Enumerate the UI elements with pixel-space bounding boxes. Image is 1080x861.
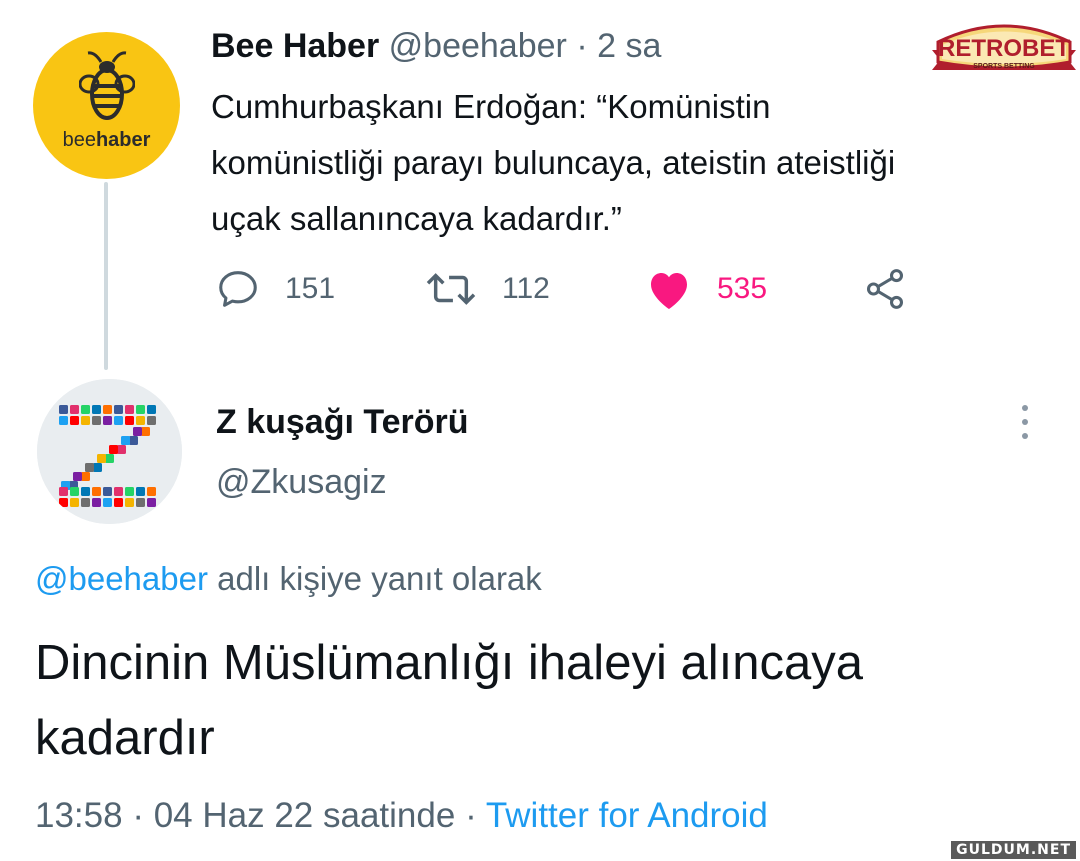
reply-tweet-text: Dincinin Müslümanlığı ihaleyi alıncaya k… xyxy=(35,636,863,765)
mosaic-tile xyxy=(103,498,112,507)
tweet-metadata: 13:58 · 04 Haz 22 saatinde · Twitter for… xyxy=(35,793,768,839)
bee-logo-icon xyxy=(79,51,135,120)
mosaic-tile xyxy=(136,487,145,496)
mosaic-tile xyxy=(136,498,145,507)
separator-dot: · xyxy=(132,796,144,835)
tweet-time[interactable]: 2 sa xyxy=(597,27,661,65)
ad-tagline-text: SPORTS BETTING xyxy=(973,63,1035,70)
retweet-count: 112 xyxy=(502,272,550,305)
mosaic-tile xyxy=(59,416,68,425)
mosaic-tile xyxy=(103,487,112,496)
mosaic-tile xyxy=(59,405,68,414)
mosaic-tile xyxy=(129,436,138,445)
mosaic-tile xyxy=(114,498,123,507)
mosaic-tile xyxy=(92,498,101,507)
mosaic-tile xyxy=(81,405,90,414)
mosaic-tile xyxy=(59,487,68,496)
mosaic-tile xyxy=(73,472,82,481)
mosaic-tile xyxy=(103,416,112,425)
reply-author-handle[interactable]: @Zkusagiz xyxy=(216,460,387,504)
mosaic-tile xyxy=(70,498,79,507)
mosaic-tile xyxy=(97,454,106,463)
site-watermark: GULDUM.NET xyxy=(951,841,1076,859)
mosaic-tile xyxy=(92,487,101,496)
mosaic-tile xyxy=(136,405,145,414)
mosaic-tile xyxy=(125,416,134,425)
mosaic-tile xyxy=(81,472,90,481)
mosaic-tile xyxy=(93,463,102,472)
mosaic-tile xyxy=(81,416,90,425)
mosaic-tile xyxy=(125,487,134,496)
mosaic-tile xyxy=(81,487,90,496)
mosaic-tile xyxy=(147,487,156,496)
reply-count: 151 xyxy=(285,272,336,305)
mosaic-tile xyxy=(125,405,134,414)
like-button[interactable]: 535 xyxy=(645,264,767,314)
retweet-button[interactable]: 112 xyxy=(424,264,550,314)
tweet-date[interactable]: 04 Haz 22 saatinde xyxy=(154,796,456,835)
separator-dot: · xyxy=(465,796,477,835)
heart-icon xyxy=(651,273,687,309)
tweet-source-link[interactable]: Twitter for Android xyxy=(486,796,768,835)
mosaic-tile xyxy=(147,416,156,425)
retweet-icon xyxy=(426,273,476,305)
mosaic-tile xyxy=(147,498,156,507)
mosaic-tile xyxy=(92,405,101,414)
mosaic-tile xyxy=(125,498,134,507)
beehaber-avatar[interactable]: beehaber xyxy=(33,32,180,179)
mosaic-tile xyxy=(117,445,126,454)
mosaic-tile xyxy=(141,427,150,436)
share-icon xyxy=(866,269,904,309)
replying-to-suffix: adlı kişiye yanıt olarak xyxy=(207,560,542,597)
author-handle[interactable]: @beehaber xyxy=(389,27,567,65)
reply-button[interactable]: 151 xyxy=(215,264,335,314)
mosaic-tile xyxy=(114,405,123,414)
avatar-wordmark: beehaber xyxy=(62,129,151,151)
author-name[interactable]: Bee Haber xyxy=(211,27,379,65)
mosaic-tile xyxy=(105,454,114,463)
mosaic-tile xyxy=(109,445,118,454)
mosaic-tile xyxy=(85,463,94,472)
replying-to-handle-link[interactable]: @beehaber xyxy=(35,560,208,597)
thread-connector-line xyxy=(104,182,108,370)
mosaic-tile xyxy=(70,405,79,414)
tweet-time[interactable]: 13:58 xyxy=(35,796,123,835)
mosaic-tile xyxy=(136,416,145,425)
mosaic-tile xyxy=(133,427,142,436)
separator-dot: · xyxy=(576,27,588,65)
reply-author-name[interactable]: Z kuşağı Terörü xyxy=(216,400,469,444)
mosaic-tile xyxy=(114,487,123,496)
mosaic-tile xyxy=(59,498,68,507)
like-count: 535 xyxy=(717,272,768,305)
mosaic-tile xyxy=(103,405,112,414)
mosaic-tile xyxy=(114,416,123,425)
replying-to-line: @beehaber adlı kişiye yanıt olarak xyxy=(35,557,542,601)
share-button[interactable] xyxy=(862,264,908,314)
retrobet-ad-logo[interactable]: RETROBET SPORTS BETTING xyxy=(928,12,1080,82)
mosaic-tile xyxy=(147,405,156,414)
ad-brand-text: RETROBET xyxy=(938,35,1070,62)
parent-tweet-text: Cumhurbaşkanı Erdoğan: “Komünistin komün… xyxy=(211,88,896,237)
mosaic-tile xyxy=(70,416,79,425)
zkusagiz-avatar[interactable] xyxy=(37,379,182,524)
z-mosaic-icon xyxy=(37,379,182,524)
retrobet-logo-icon: RETROBET SPORTS BETTING xyxy=(932,24,1076,70)
reply-icon xyxy=(219,271,257,307)
mosaic-tile xyxy=(81,498,90,507)
mosaic-tile xyxy=(92,416,101,425)
mosaic-tile xyxy=(121,436,130,445)
parent-tweet-header: Bee Haber @beehaber · 2 sa xyxy=(211,24,661,68)
mosaic-tile xyxy=(70,487,79,496)
more-options-button[interactable] xyxy=(1013,402,1037,442)
more-vertical-icon xyxy=(1022,405,1028,439)
